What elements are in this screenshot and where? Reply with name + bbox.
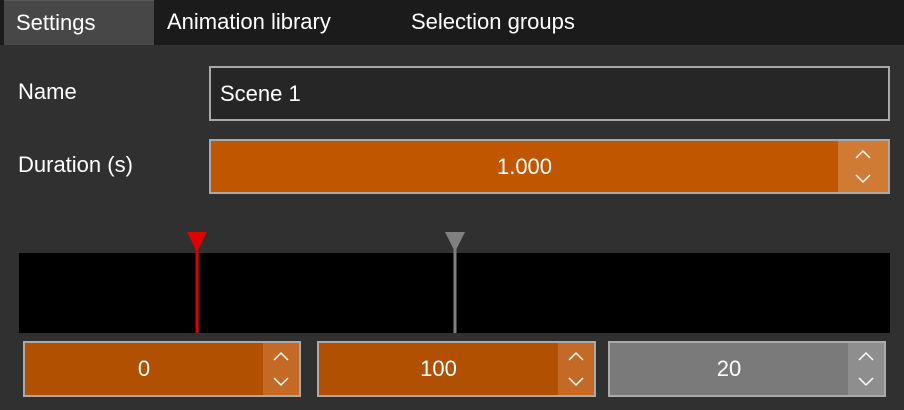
duration-spinner[interactable]: 1.000 [209,139,890,194]
chevron-up-icon [858,351,874,361]
end-frame-decrement-button[interactable] [558,369,594,395]
fps-decrement-button[interactable] [848,369,884,395]
start-frame-spinner-arrows [263,343,299,395]
start-frame-value[interactable]: 0 [25,343,263,395]
chevron-down-icon [568,377,584,387]
duration-label: Duration (s) [18,152,133,177]
end-frame-value[interactable]: 100 [319,343,558,395]
start-frame-increment-button[interactable] [263,343,299,369]
chevron-down-icon [858,377,874,387]
duration-increment-button[interactable] [838,141,888,167]
fps-value[interactable]: 20 [610,343,848,395]
end-frame-spinner[interactable]: 100 [317,341,596,397]
end-frame-spinner-arrows [558,343,594,395]
tab-bar: Settings Animation library Selection gro… [0,0,904,45]
duration-spinner-arrows [838,141,888,192]
fps-spinner[interactable]: 20 [608,341,886,397]
chevron-up-icon [568,351,584,361]
triangle-marker-icon [445,232,465,333]
tab-settings[interactable]: Settings [4,0,154,45]
name-input[interactable] [209,66,890,121]
duration-value[interactable]: 1.000 [211,141,838,192]
chevron-up-icon [855,149,871,159]
tab-selection-groups[interactable]: Selection groups [411,0,575,45]
chevron-up-icon [273,351,289,361]
playhead-marker[interactable] [186,231,208,338]
name-label: Name [18,79,77,104]
chevron-down-icon [855,174,871,184]
end-frame-increment-button[interactable] [558,343,594,369]
start-frame-spinner[interactable]: 0 [23,341,301,397]
chevron-down-icon [273,377,289,387]
duration-decrement-button[interactable] [838,167,888,193]
fps-increment-button[interactable] [848,343,884,369]
triangle-marker-icon [187,232,207,333]
fps-spinner-arrows [848,343,884,395]
end-marker[interactable] [444,231,466,338]
start-frame-decrement-button[interactable] [263,369,299,395]
tab-animation-library[interactable]: Animation library [167,0,331,45]
